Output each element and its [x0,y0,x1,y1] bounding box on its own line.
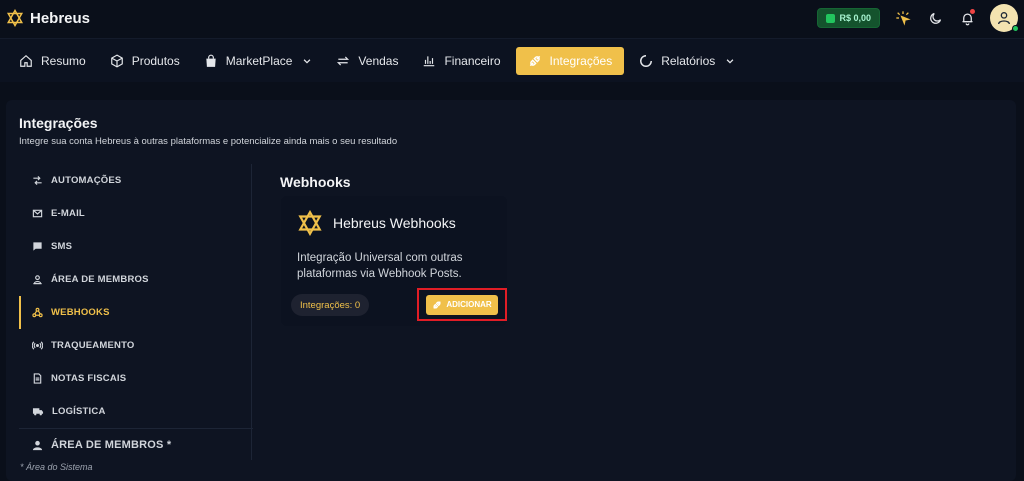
star-of-david-icon [6,9,24,27]
card-description: Integração Universal com outras platafor… [297,252,463,280]
email-icon [32,209,43,218]
sidebar-item-label: SMS [51,241,73,252]
nav-marketplace[interactable]: MarketPlace [195,47,322,75]
chart-icon [424,55,435,66]
box-icon [110,53,123,68]
tracking-icon [32,341,43,350]
nav-label: Resumo [41,53,86,68]
plug-icon [433,300,442,309]
balance-value: R$ 0,00 [839,13,871,23]
nav-resumo[interactable]: Resumo [10,47,95,75]
nav-vendas[interactable]: Vendas [327,47,407,75]
sidebar-item-traqueamento[interactable]: TRAQUEAMENTO [19,329,253,362]
sidebar-item-sms[interactable]: SMS [19,230,253,263]
pie-chart-icon [640,54,653,67]
sidebar-item-label: AUTOMAÇÕES [51,175,122,186]
balance-badge[interactable]: R$ 0,00 [817,8,880,28]
sidebar-item-label: ÁREA DE MEMBROS * [51,439,172,451]
avatar[interactable] [990,4,1019,32]
top-bar: Hebreus R$ 0,00 [0,0,1024,36]
integrations-count-badge: Integrações: 0 [291,294,370,316]
moon-icon[interactable] [926,9,944,27]
card-title: Hebreus Webhooks [333,215,456,231]
sidebar-item-label: NOTAS FISCAIS [51,373,127,384]
sidebar-item-webhooks[interactable]: WEBHOOKS [19,296,253,329]
brand-logo[interactable]: Hebreus [6,9,90,27]
sidebar-item-logistica[interactable]: LOGÍSTICA [19,395,253,428]
nav-produtos[interactable]: Produtos [101,47,189,75]
sidebar-divider [251,164,252,460]
shopping-bag-icon [206,54,216,67]
sidebar-item-email[interactable]: E-MAIL [19,197,253,230]
sidebar-item-area-de-membros[interactable]: ÁREA DE MEMBROS [19,263,253,296]
nav-label: Produtos [131,53,180,68]
automation-icon [33,175,42,186]
plug-icon [529,55,540,66]
sidebar-item-label: ÁREA DE MEMBROS [51,274,149,285]
chevron-down-icon [304,58,311,64]
nav-label: Relatórios [661,53,716,68]
main-nav: Resumo Produtos MarketPlace Vendas Finan… [0,38,1024,82]
page-title: Integrações [19,115,98,131]
add-button-highlight: ADICIONAR [417,288,507,321]
page-subtitle: Integre sua conta Hebreus à outras plata… [19,136,398,147]
sidebar-item-label: LOGÍSTICA [52,406,106,417]
sidebar-item-area-de-membros-sistema[interactable]: ÁREA DE MEMBROS * [19,428,253,461]
sms-icon [33,242,42,251]
nav-relatorios[interactable]: Relatórios [630,47,744,75]
webhook-integration-card: Hebreus Webhooks Integração Universal co… [281,196,507,326]
members-icon [33,275,42,285]
add-button[interactable]: ADICIONAR [426,294,498,315]
integrations-panel: Integrações Integre sua conta Hebreus à … [6,100,1016,481]
wallet-check-icon [826,13,836,23]
nav-label: Financeiro [444,53,501,68]
nav-label: MarketPlace [225,53,293,68]
home-icon [20,54,32,67]
online-status-dot [1012,25,1019,32]
sidebar-item-label: E-MAIL [51,208,85,219]
nav-integracoes[interactable]: Integrações [515,46,625,75]
add-button-label: ADICIONAR [446,300,492,309]
invoice-icon [33,373,42,384]
sidebar-footnote: * Área do Sistema [20,462,93,472]
sidebar-item-automacoes[interactable]: AUTOMAÇÕES [19,164,253,197]
sidebar-item-label: TRAQUEAMENTO [51,340,135,351]
nav-financeiro[interactable]: Financeiro [413,47,509,75]
chevron-down-icon [726,58,734,64]
arrows-exchange-icon [337,56,350,65]
notification-dot [970,9,975,14]
section-title: Webhooks [280,174,351,190]
integrations-sidebar: AUTOMAÇÕES E-MAIL SMS ÁREA DE MEMBROS WE… [19,164,253,461]
sidebar-item-notas-fiscais[interactable]: NOTAS FISCAIS [19,362,253,395]
brand-name: Hebreus [30,9,91,27]
nav-label: Vendas [358,53,399,68]
sidebar-item-label: WEBHOOKS [51,307,110,318]
bell-icon[interactable] [958,9,976,27]
user-icon [32,440,43,450]
click-icon[interactable] [894,9,912,27]
star-of-david-icon [298,210,322,236]
user-icon [998,12,1010,25]
nav-label: Integrações [549,53,613,68]
truck-icon [32,408,44,416]
webhook-icon [32,307,43,318]
